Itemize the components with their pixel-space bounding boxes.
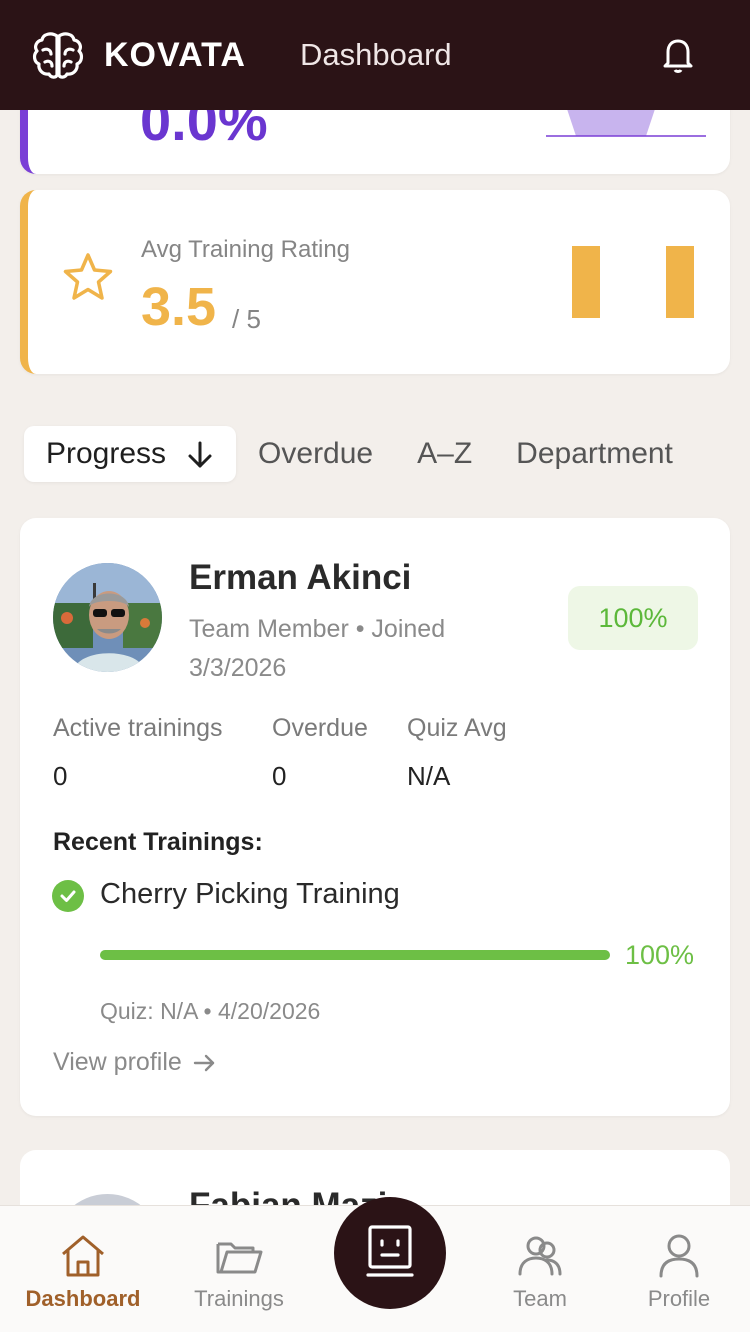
nav-profile[interactable]: Profile [604,1206,750,1332]
rating-label: Avg Training Rating [141,236,351,263]
brand-name: KOVATA [104,35,246,74]
meta-separator: • [355,615,372,643]
recent-trainings-heading: Recent Trainings: [53,828,263,856]
nav-label: Trainings [194,1286,284,1311]
stat-value: 0 [53,761,68,791]
training-name: Cherry Picking Training [100,878,400,910]
stat-label: Quiz Avg [407,714,507,742]
nav-label: Team [513,1286,567,1311]
assistant-bot-button[interactable] [334,1197,446,1309]
team-member-card[interactable]: Fabian Mazi [20,1150,730,1205]
rating-value: 3.5 [141,277,217,337]
stat-value: 0.0% [140,110,268,152]
nav-team[interactable]: Team [465,1206,615,1332]
bell-icon[interactable] [660,36,696,74]
progress-badge: 100% [568,586,698,650]
stat-quiz-avg: Quiz Avg N/A [407,714,507,792]
brain-logo-icon [30,27,86,83]
page-title: Dashboard [299,37,452,72]
training-progress-fill [100,950,610,960]
stat-card-completion: 0.0% [20,110,730,174]
avatar [53,563,162,672]
tab-az[interactable]: A–Z [395,426,494,482]
member-meta: Team Member • Joined 3/3/2026 [189,610,509,688]
nav-label: Profile [647,1286,711,1311]
rating-max: / 5 [232,304,261,334]
training-progress-label: 100% [625,940,695,970]
stat-value: N/A [407,761,451,791]
tab-department[interactable]: Department [494,426,695,482]
nav-dashboard[interactable]: Dashboard [8,1206,158,1332]
arrow-right-icon [189,1048,217,1076]
rating-bar [666,246,694,318]
tab-progress[interactable]: Progress [24,426,237,482]
training-quiz: Quiz: N/A [100,998,198,1024]
avatar [53,1194,162,1205]
robot-icon [364,1223,416,1284]
view-profile-label: View profile [53,1048,182,1076]
view-profile-link[interactable]: View profile [53,1048,217,1077]
member-name: Erman Akinci [189,558,412,597]
member-name: Fabian Mazi [189,1186,387,1205]
rating-bar [572,246,600,318]
training-date: 4/20/2026 [218,998,321,1024]
profile-icon [655,1232,703,1280]
quiz-separator: • [203,998,218,1024]
team-icon [516,1232,564,1280]
stat-overdue: Overdue 0 [272,714,368,792]
app-header: KOVATA Dashboard [0,0,750,110]
team-member-card[interactable]: Erman Akinci Team Member • Joined 3/3/20… [20,518,730,1116]
check-circle-icon [52,880,84,912]
arrow-down-icon [176,437,214,471]
training-progress-bar [100,950,610,960]
stat-label: Active trainings [53,714,223,742]
tab-overdue[interactable]: Overdue [236,426,395,482]
stat-value: 0 [272,761,287,791]
member-role: Team Member [189,615,349,643]
sort-tabs: Progress Overdue A–Z Department [24,426,695,482]
nav-label: Dashboard [25,1286,141,1311]
stat-card-rating: Avg Training Rating 3.5 / 5 [20,190,730,374]
training-quiz-line: Quiz: N/A • 4/20/2026 [100,998,320,1025]
nav-trainings[interactable]: Trainings [164,1206,314,1332]
folder-icon [215,1232,263,1280]
home-icon [59,1232,107,1280]
star-icon [60,250,116,306]
stat-label: Overdue [272,714,368,742]
tab-label: Progress [46,437,167,470]
mini-chart [546,110,706,137]
main-scroll[interactable]: 0.0% Avg Training Rating 3.5 / 5 Progres… [0,110,750,1205]
stat-active-trainings: Active trainings 0 [53,714,223,792]
